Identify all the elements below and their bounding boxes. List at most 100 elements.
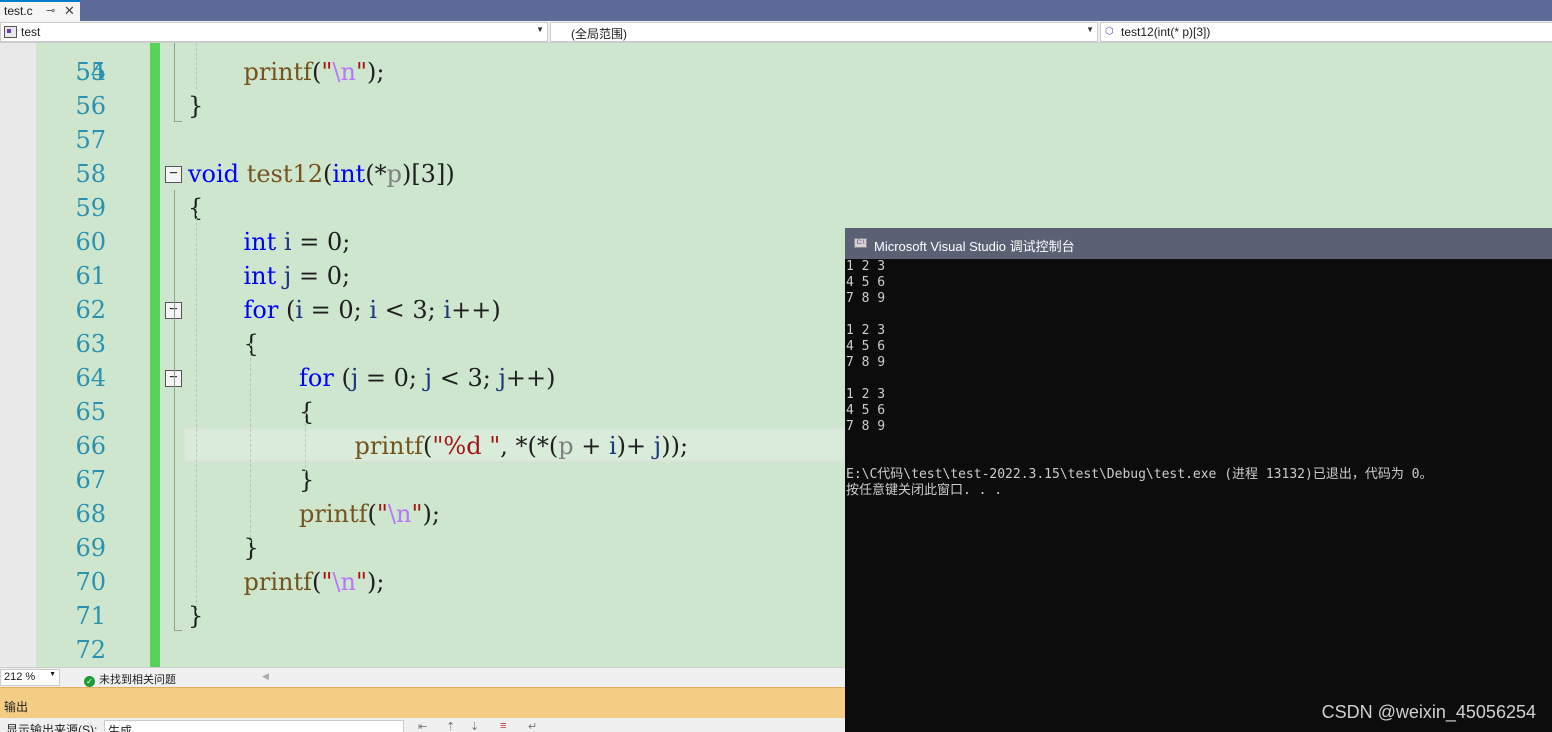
- code-token: for: [243, 296, 279, 324]
- line-number: 62: [75, 296, 106, 324]
- chevron-down-icon: ▼: [49, 671, 56, 678]
- code-token: = 0;: [291, 262, 351, 290]
- console-title-bar[interactable]: C:\ Microsoft Visual Studio 调试控制台: [845, 228, 1552, 259]
- code-line[interactable]: 67}: [0, 463, 845, 497]
- code-token: i: [295, 296, 303, 324]
- line-number: 65: [75, 398, 106, 426]
- document-tab-strip: test.c ⊸ ✕: [0, 0, 1552, 21]
- code-text: printf("\n");: [244, 55, 385, 89]
- issues-indicator[interactable]: ✓ 未找到相关问题: [84, 671, 176, 687]
- code-line[interactable]: 69}: [0, 531, 845, 565]
- code-token: printf: [243, 58, 313, 86]
- code-text: printf("%d ", *(*(p + i)+ j));: [355, 429, 689, 463]
- code-token: ": [321, 58, 333, 86]
- line-number: 61: [75, 262, 106, 290]
- code-token: void: [188, 160, 240, 188]
- member-dropdown[interactable]: ⬡ test12(int(* p)[3]): [1100, 22, 1552, 42]
- word-wrap-icon[interactable]: ↵: [528, 720, 537, 732]
- code-text: for (j = 0; j < 3; j++): [299, 361, 555, 395]
- code-line[interactable]: 68 printf("\n");: [0, 497, 845, 531]
- code-line[interactable]: 56}: [0, 89, 845, 123]
- code-token: ": [321, 568, 333, 596]
- code-line[interactable]: 60 int i = 0;: [0, 225, 845, 259]
- code-line[interactable]: 58 − void test12(int(*p)[3]): [0, 157, 845, 191]
- code-line[interactable]: 63 {: [0, 327, 845, 361]
- pin-icon[interactable]: ⊸: [46, 4, 55, 17]
- code-token: (: [278, 296, 296, 324]
- code-token: p: [558, 432, 574, 460]
- code-line[interactable]: 65 {: [0, 395, 845, 429]
- code-token: ": [355, 568, 368, 596]
- code-text: {: [299, 395, 314, 429]
- code-token: printf: [299, 500, 368, 528]
- code-token: "%d ": [432, 432, 501, 460]
- code-token: (: [423, 432, 433, 460]
- code-line[interactable]: 62− for (i = 0; i < 3; i++): [0, 293, 845, 327]
- code-token: )+: [616, 432, 654, 460]
- method-icon: ⬡: [1105, 26, 1114, 37]
- code-text: printf("\n");: [244, 565, 385, 599]
- tab-test-c[interactable]: test.c ⊸ ✕: [0, 0, 80, 21]
- code-text: for (i = 0; i < 3; i++): [244, 293, 501, 327]
- close-icon[interactable]: ✕: [64, 3, 75, 19]
- code-token: \n: [332, 568, 356, 596]
- code-token: int: [243, 262, 277, 290]
- code-line[interactable]: 71}: [0, 599, 845, 633]
- line-number: 57: [75, 126, 106, 154]
- collapse-icon[interactable]: −: [165, 166, 182, 183]
- line-number: 67: [75, 466, 106, 494]
- code-token: +: [573, 432, 609, 460]
- code-line[interactable]: 72: [0, 633, 845, 667]
- code-token: }: [243, 534, 259, 562]
- line-number: 64: [75, 364, 106, 392]
- output-pane-header: 输出: [0, 687, 845, 718]
- code-token: < 3;: [377, 296, 444, 324]
- scope-dropdown[interactable]: (全局范围) ▼: [550, 22, 1098, 42]
- code-token: );: [422, 500, 440, 528]
- next-message-icon[interactable]: ⇣: [470, 720, 479, 732]
- indent-guide: [196, 208, 197, 613]
- fold-line: [174, 393, 175, 493]
- code-line[interactable]: 64− for (j = 0; j < 3; j++): [0, 361, 845, 395]
- go-to-line-icon[interactable]: ⇤: [418, 720, 427, 732]
- line-number: 56: [75, 92, 106, 120]
- output-pane-title: 输出: [4, 700, 29, 714]
- code-line[interactable]: 70 printf("\n");: [0, 565, 845, 599]
- code-line[interactable]: 57: [0, 123, 845, 157]
- debug-console-window[interactable]: C:\ Microsoft Visual Studio 调试控制台 1 2 3 …: [845, 228, 1552, 732]
- scroll-left-icon[interactable]: ◀: [262, 671, 269, 682]
- output-toolbar: 显示输出来源(S): 生成 ⇤ ⇡ ⇣ ≡ ↵: [0, 718, 845, 732]
- output-source-value: 生成: [108, 724, 133, 732]
- code-token: i: [369, 296, 378, 324]
- output-source-dropdown[interactable]: 生成: [104, 720, 404, 732]
- code-line[interactable]: 59{: [0, 191, 845, 225]
- code-line[interactable]: 66 printf("%d ", *(*(p + i)+ j));: [0, 429, 845, 463]
- output-source-label: 显示输出来源(S):: [6, 723, 98, 732]
- line-number: 66: [75, 432, 106, 460]
- code-line-partial: 54: [0, 43, 845, 86]
- code-token: = 0;: [303, 296, 370, 324]
- zoom-dropdown[interactable]: 212 % ▼: [0, 669, 60, 686]
- code-token: for: [299, 364, 334, 392]
- code-line[interactable]: 55 printf("\n");: [0, 55, 845, 89]
- editor-status-bar: 212 % ▼ ✓ 未找到相关问题 ◀: [0, 667, 845, 687]
- indent-guide: [196, 43, 197, 89]
- fold-line: [174, 43, 175, 121]
- line-number: 69: [75, 534, 106, 562]
- code-editor[interactable]: 54 55 printf("\n"); 56} 57 58− void test12(in…: [0, 43, 845, 667]
- code-token: test12: [246, 160, 324, 188]
- code-token: ": [355, 58, 368, 86]
- code-token: printf: [354, 432, 424, 460]
- code-token: );: [367, 58, 385, 86]
- code-token: < 3;: [432, 364, 499, 392]
- project-dropdown[interactable]: test ▼: [0, 22, 548, 42]
- code-token: i: [443, 296, 452, 324]
- chevron-down-icon: ▼: [1086, 25, 1094, 34]
- code-token: (: [312, 568, 322, 596]
- code-token: i: [608, 432, 617, 460]
- previous-message-icon[interactable]: ⇡: [446, 720, 455, 732]
- clear-all-icon[interactable]: ≡: [500, 720, 506, 732]
- code-line[interactable]: 61 int j = 0;: [0, 259, 845, 293]
